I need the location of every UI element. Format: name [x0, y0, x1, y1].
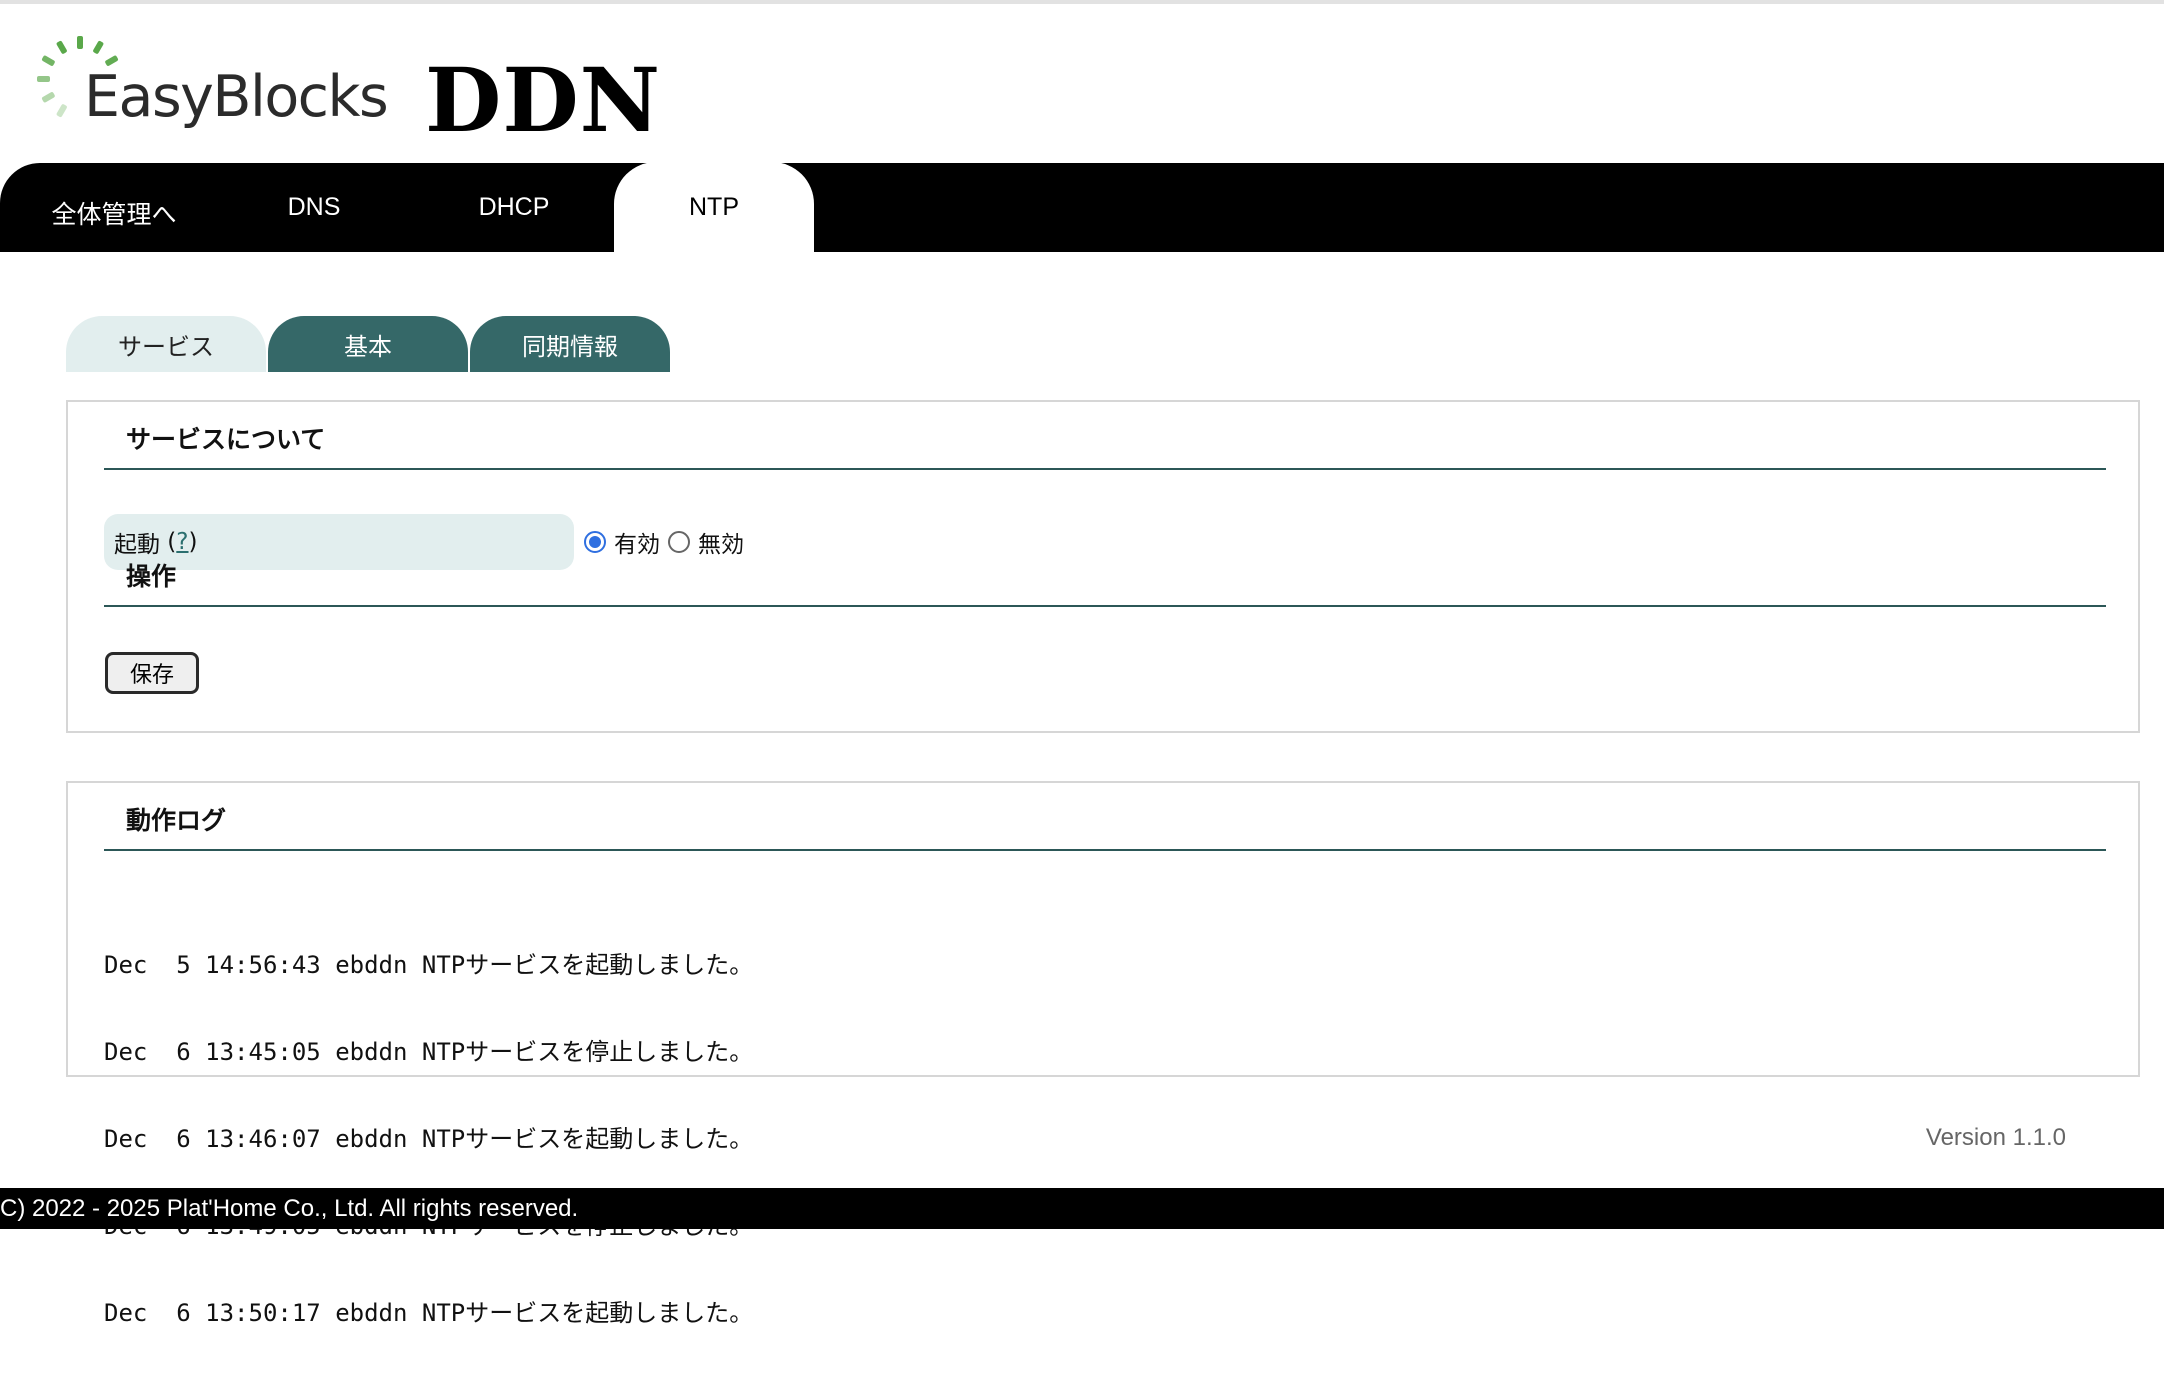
- startup-disabled-radio[interactable]: [668, 531, 690, 553]
- copyright-text: (C) 2022 - 2025 Plat'Home Co., Ltd. All …: [0, 1195, 579, 1222]
- tab-service[interactable]: サービス: [66, 316, 266, 372]
- easyblocks-logo[interactable]: EasyBlocks: [30, 34, 389, 140]
- top-border: [0, 0, 2164, 4]
- main-nav: 全体管理へ DNS DHCP NTP: [0, 162, 2164, 253]
- nav-item-dns[interactable]: DNS: [214, 163, 414, 252]
- nav-item-label: NTP: [689, 193, 739, 221]
- tab-label: 同期情報: [522, 332, 618, 361]
- log-line: Dec 5 14:56:43 ebddn NTPサービスを起動しました。: [104, 951, 754, 979]
- footer: (C) 2022 - 2025 Plat'Home Co., Ltd. All …: [0, 1188, 2164, 1229]
- log-section-heading: 動作ログ: [104, 801, 2106, 851]
- log-panel: 動作ログ Dec 5 14:56:43 ebddn NTPサービスを起動しました…: [66, 781, 2140, 1327]
- nav-item-label: DNS: [287, 193, 341, 221]
- save-button[interactable]: 保存: [105, 652, 199, 694]
- operation-section-heading: 操作: [104, 557, 2106, 607]
- nav-item-global-admin[interactable]: 全体管理へ: [14, 163, 214, 252]
- log-line: Dec 6 13:50:17 ebddn NTPサービスを起動しました。: [104, 1299, 754, 1327]
- startup-enabled-radio[interactable]: [584, 531, 606, 553]
- nav-item-ntp[interactable]: NTP: [614, 162, 814, 253]
- tab-label: 基本: [344, 332, 392, 361]
- startup-enabled-label[interactable]: 有効: [614, 525, 660, 559]
- service-panel: サービスについて 起動 ( ? ) 有効 無効 操作 保存: [66, 400, 2140, 733]
- help-close-paren: ): [188, 529, 198, 555]
- logo-text: EasyBlocks: [84, 64, 389, 130]
- service-section-heading: サービスについて: [104, 420, 2106, 470]
- log-output: Dec 5 14:56:43 ebddn NTPサービスを起動しました。 Dec…: [104, 893, 753, 1386]
- startup-disabled-label[interactable]: 無効: [698, 525, 744, 559]
- log-line: Dec 6 13:45:05 ebddn NTPサービスを停止しました。: [104, 1038, 754, 1066]
- startup-label: 起動: [114, 532, 160, 558]
- startup-radio-group: 有効 無効: [584, 522, 752, 562]
- tab-basic[interactable]: 基本: [268, 316, 468, 372]
- site-title: DDN: [425, 48, 662, 152]
- nav-item-dhcp[interactable]: DHCP: [414, 163, 614, 252]
- version-label: Version 1.1.0: [1925, 1124, 2066, 1151]
- log-line: Dec 6 13:46:07 ebddn NTPサービスを起動しました。: [104, 1125, 754, 1153]
- nav-item-label: 全体管理へ: [51, 200, 177, 229]
- nav-item-label: DHCP: [478, 193, 550, 221]
- help-open-paren: (: [160, 529, 177, 555]
- tab-label: サービス: [118, 332, 214, 361]
- startup-help-link[interactable]: ?: [176, 529, 188, 555]
- tab-sync-info[interactable]: 同期情報: [470, 316, 670, 372]
